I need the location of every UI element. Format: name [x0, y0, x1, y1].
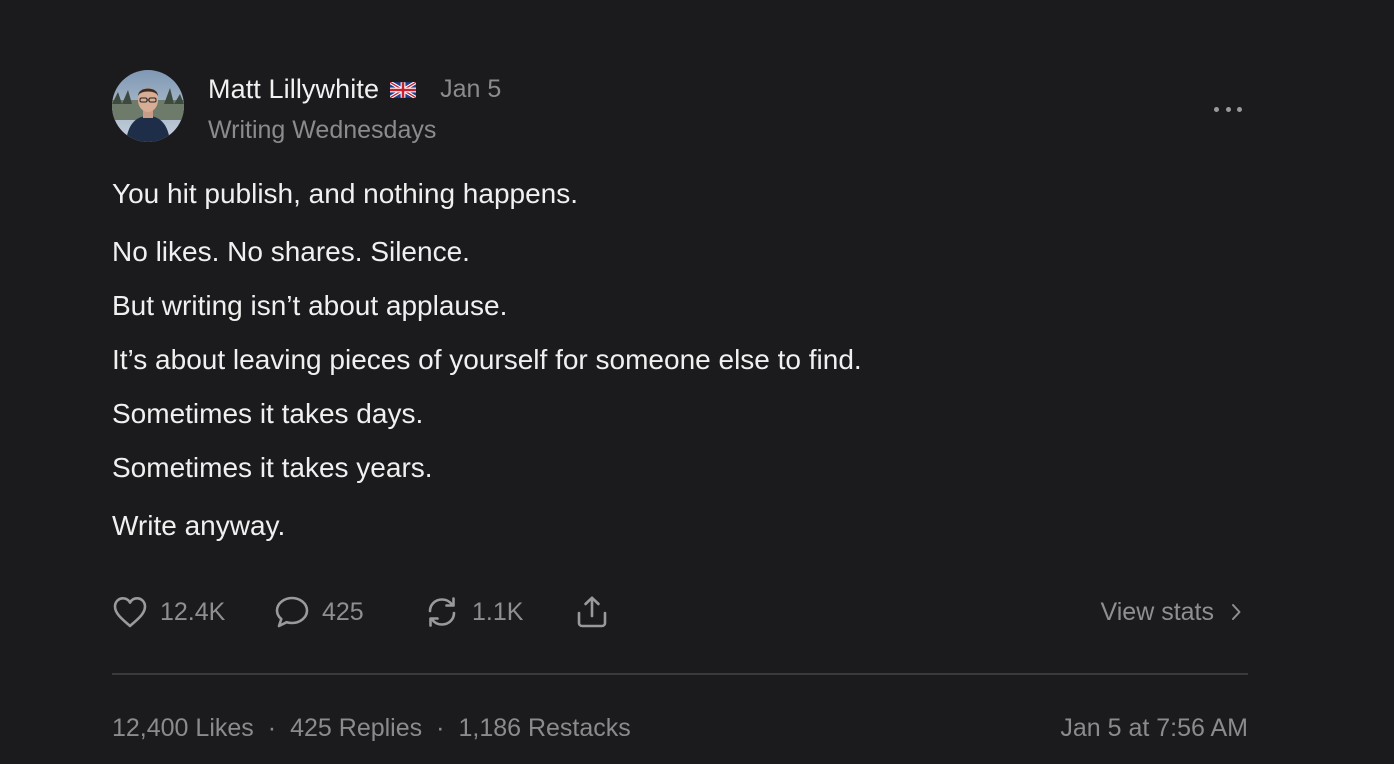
- more-dot: [1237, 106, 1242, 112]
- more-dot: [1214, 106, 1219, 112]
- restack-count: 1.1K: [472, 597, 524, 626]
- more-options-icon[interactable]: [1214, 102, 1242, 116]
- post-body: You hit publish, and nothing happens. No…: [112, 178, 1248, 542]
- post-header: Matt Lillywhite Jan 5 Writing Wednesdays: [112, 70, 1248, 150]
- author-avatar[interactable]: [112, 70, 184, 142]
- post-body-line: It’s about leaving pieces of yourself fo…: [112, 344, 862, 375]
- divider: [112, 673, 1248, 675]
- post-body-line: No likes. No shares. Silence.: [112, 236, 470, 267]
- reply-button[interactable]: 425: [274, 592, 364, 632]
- more-dot: [1225, 106, 1231, 112]
- post-body-line: Write anyway.: [112, 510, 286, 541]
- like-count: 12.4K: [160, 597, 226, 626]
- restacks-total[interactable]: 1,186 Restacks: [458, 714, 630, 743]
- like-button[interactable]: 12.4K: [112, 592, 225, 632]
- separator-dot: ·: [436, 713, 445, 742]
- share-icon: [577, 596, 607, 628]
- restack-button[interactable]: 1.1K: [424, 592, 523, 632]
- post-timestamp: Jan 5 at 7:56 AM: [1060, 713, 1248, 742]
- replies-total[interactable]: 425 Replies: [290, 714, 422, 743]
- avatar-photo: [112, 70, 184, 142]
- share-button[interactable]: [574, 592, 610, 632]
- action-bar: 12.4K 425 1.1K View stats: [112, 592, 1248, 632]
- restack-icon: [428, 597, 456, 627]
- post-date[interactable]: Jan 5: [440, 75, 501, 104]
- view-stats-label: View stats: [1100, 597, 1214, 626]
- uk-flag-icon: [390, 81, 417, 98]
- author-name[interactable]: Matt Lillywhite: [208, 74, 379, 105]
- post-body-line: Sometimes it takes days.: [112, 398, 424, 429]
- comment-icon: [275, 596, 309, 628]
- reply-count: 425: [322, 597, 364, 626]
- heart-icon: [113, 597, 147, 628]
- separator-dot: ·: [267, 713, 277, 742]
- author-line: Matt Lillywhite Jan 5: [208, 74, 501, 105]
- likes-total[interactable]: 12,400 Likes: [112, 714, 254, 743]
- post-body-line: You hit publish, and nothing happens.: [112, 178, 579, 209]
- post-card: Matt Lillywhite Jan 5 Writing Wednesdays…: [112, 70, 1248, 742]
- publication-name[interactable]: Writing Wednesdays: [208, 116, 436, 145]
- post-body-line: Sometimes it takes years.: [112, 452, 433, 483]
- chevron-right-icon: [1232, 604, 1241, 620]
- post-footer: 12,400 Likes · 425 Replies · 1,186 Resta…: [112, 710, 1248, 746]
- post-body-line: But writing isn’t about applause.: [112, 290, 508, 321]
- view-stats-link[interactable]: View stats: [1101, 592, 1242, 632]
